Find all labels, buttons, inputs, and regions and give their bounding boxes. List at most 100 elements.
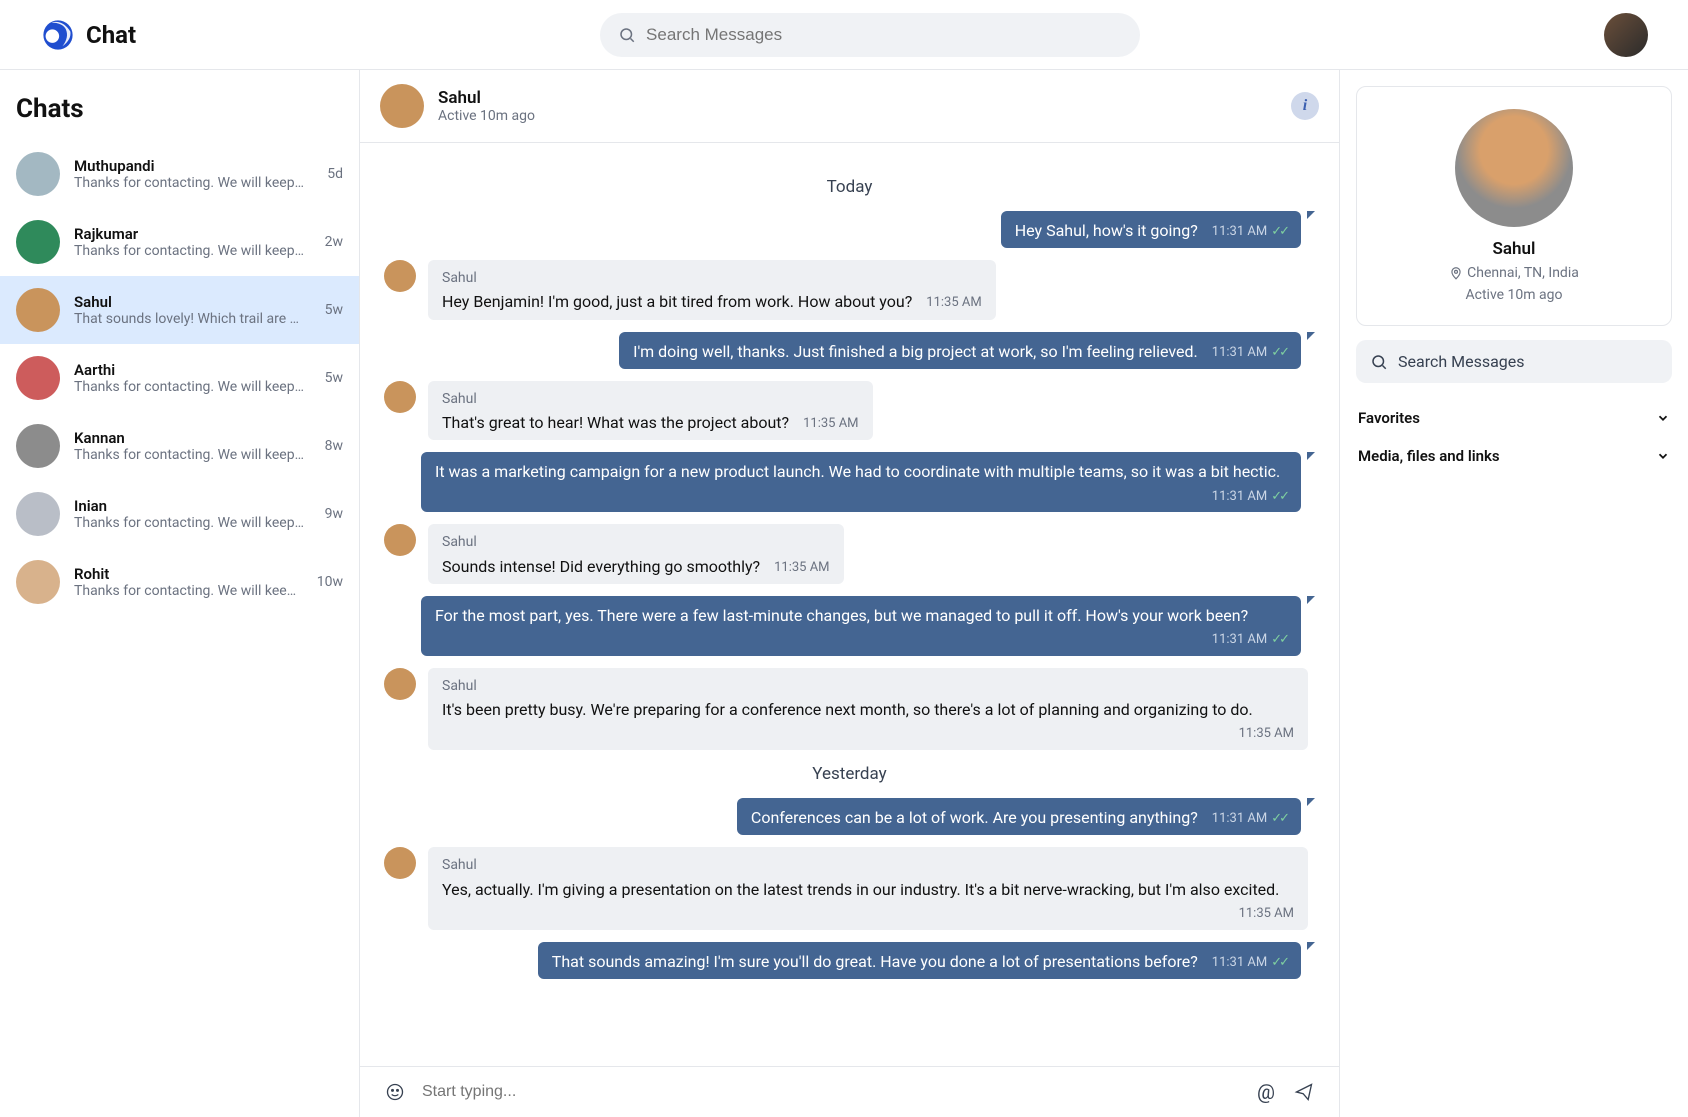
chat-time: 2w <box>325 234 343 250</box>
message-bubble[interactable]: It was a marketing campaign for a new pr… <box>421 452 1301 512</box>
accordion-label: Media, files and links <box>1358 447 1500 465</box>
message-row: Sahul It's been pretty busy. We're prepa… <box>384 668 1315 750</box>
message-text: Sounds intense! Did everything go smooth… <box>442 557 760 576</box>
message-row: Hey Sahul, how's it going? 11:31 AM✓✓ <box>384 211 1315 248</box>
profile-active-status: Active 10m ago <box>1466 287 1563 303</box>
message-time: 11:31 AM✓✓ <box>1212 488 1287 507</box>
message-bubble[interactable]: Sahul Hey Benjamin! I'm good, just a bit… <box>428 260 996 319</box>
global-search-input[interactable] <box>646 25 1122 45</box>
chat-time: 10w <box>317 574 343 590</box>
accordion-section[interactable]: Media, files and links <box>1356 437 1672 475</box>
search-icon <box>1370 353 1388 371</box>
chat-list-item[interactable]: Inian Thanks for contacting. We will kee… <box>0 480 359 548</box>
message-row: Conferences can be a lot of work. Are yo… <box>384 798 1315 835</box>
message-bubble[interactable]: Sahul Yes, actually. I'm giving a presen… <box>428 847 1308 929</box>
chat-time: 5w <box>325 370 343 386</box>
info-icon: i <box>1303 97 1307 115</box>
conversation-panel: Sahul Active 10m ago i Today Hey Sahul, … <box>360 70 1340 1117</box>
read-receipt-icon: ✓✓ <box>1271 345 1287 360</box>
message-bubble[interactable]: For the most part, yes. There were a few… <box>421 596 1301 656</box>
message-time: 11:35 AM <box>803 415 858 434</box>
chat-time: 9w <box>325 506 343 522</box>
message-bubble[interactable]: Sahul That's great to hear! What was the… <box>428 381 873 440</box>
chat-avatar <box>16 356 60 400</box>
emoji-button[interactable] <box>384 1081 406 1103</box>
current-user-avatar[interactable] <box>1604 13 1648 57</box>
chat-name: Muthupandi <box>74 157 313 175</box>
bubble-tail <box>1307 596 1315 604</box>
message-list[interactable]: Today Hey Sahul, how's it going? 11:31 A… <box>360 143 1339 1066</box>
message-sender: Sahul <box>442 676 1294 696</box>
message-bubble[interactable]: That sounds amazing! I'm sure you'll do … <box>538 942 1301 979</box>
sender-avatar <box>384 524 416 556</box>
chat-name: Aarthi <box>74 361 311 379</box>
message-row: Sahul Yes, actually. I'm giving a presen… <box>384 847 1315 929</box>
message-sender: Sahul <box>442 532 830 552</box>
message-row: I'm doing well, thanks. Just finished a … <box>384 332 1315 369</box>
message-bubble[interactable]: Sahul Sounds intense! Did everything go … <box>428 524 844 583</box>
location-icon <box>1449 266 1463 280</box>
chat-avatar <box>16 220 60 264</box>
chat-list-item[interactable]: Muthupandi Thanks for contacting. We wil… <box>0 140 359 208</box>
composer-input[interactable] <box>422 1083 1239 1101</box>
message-sender: Sahul <box>442 389 859 409</box>
chat-list-item[interactable]: Sahul That sounds lovely! Which trail ar… <box>0 276 359 344</box>
logo-icon <box>40 17 76 53</box>
chat-partner-name: Sahul <box>438 88 535 108</box>
chat-list-item[interactable]: Rajkumar Thanks for contacting. We will … <box>0 208 359 276</box>
message-text: That's great to hear! What was the proje… <box>442 413 789 432</box>
chat-list-item[interactable]: Kannan Thanks for contacting. We will ke… <box>0 412 359 480</box>
chat-partner-status: Active 10m ago <box>438 108 535 124</box>
send-button[interactable] <box>1293 1081 1315 1103</box>
chat-preview: Thanks for contacting. We will keep in .… <box>74 379 304 395</box>
message-text: For the most part, yes. There were a few… <box>435 606 1248 625</box>
sender-avatar <box>384 847 416 879</box>
panel-search[interactable]: Search Messages <box>1356 340 1672 383</box>
message-bubble[interactable]: Conferences can be a lot of work. Are yo… <box>737 798 1301 835</box>
bubble-tail <box>1307 798 1315 806</box>
message-time: 11:35 AM <box>926 294 981 313</box>
message-text: I'm doing well, thanks. Just finished a … <box>633 342 1198 361</box>
day-separator: Today <box>384 177 1315 197</box>
profile-avatar <box>1455 109 1573 227</box>
message-bubble[interactable]: Hey Sahul, how's it going? 11:31 AM✓✓ <box>1001 211 1301 248</box>
app-name: Chat <box>86 21 136 49</box>
info-button[interactable]: i <box>1291 92 1319 120</box>
message-time: 11:31 AM✓✓ <box>1212 954 1287 973</box>
chat-partner-avatar[interactable] <box>380 84 424 128</box>
chat-avatar <box>16 560 60 604</box>
chats-heading: Chats <box>0 70 359 140</box>
message-row: Sahul Hey Benjamin! I'm good, just a bit… <box>384 260 1315 319</box>
message-time: 11:35 AM <box>1239 725 1294 744</box>
mention-button[interactable]: @ <box>1255 1081 1277 1103</box>
app-header: Chat <box>0 0 1688 70</box>
accordion-section[interactable]: Favorites <box>1356 399 1672 437</box>
message-text: Hey Benjamin! I'm good, just a bit tired… <box>442 292 912 311</box>
chat-list-item[interactable]: Aarthi Thanks for contacting. We will ke… <box>0 344 359 412</box>
message-row: That sounds amazing! I'm sure you'll do … <box>384 942 1315 979</box>
chevron-down-icon <box>1656 411 1670 425</box>
chat-list-item[interactable]: Rohit Thanks for contacting. We will kee… <box>0 548 359 616</box>
chat-sidebar: Chats Muthupandi Thanks for contacting. … <box>0 70 360 1117</box>
panel-search-label: Search Messages <box>1398 352 1525 371</box>
chat-preview: Thanks for contacting. We will keep in .… <box>74 243 304 259</box>
message-composer: @ <box>360 1066 1339 1117</box>
chat-preview: Thanks for contacting. We will keep in .… <box>74 583 303 599</box>
sender-avatar <box>384 668 416 700</box>
message-bubble[interactable]: Sahul It's been pretty busy. We're prepa… <box>428 668 1308 750</box>
message-bubble[interactable]: I'm doing well, thanks. Just finished a … <box>619 332 1301 369</box>
read-receipt-icon: ✓✓ <box>1271 955 1287 970</box>
details-panel: Sahul Chennai, TN, India Active 10m ago … <box>1340 70 1688 1117</box>
search-icon <box>618 26 636 44</box>
message-text: It was a marketing campaign for a new pr… <box>435 462 1280 481</box>
chat-name: Sahul <box>74 293 311 311</box>
chat-avatar <box>16 288 60 332</box>
message-time: 11:35 AM <box>1239 905 1294 924</box>
sender-avatar <box>384 260 416 292</box>
day-separator: Yesterday <box>384 764 1315 784</box>
accordion-label: Favorites <box>1358 409 1420 427</box>
profile-location: Chennai, TN, India <box>1449 265 1579 281</box>
profile-name: Sahul <box>1493 239 1536 259</box>
chat-time: 5d <box>327 166 343 182</box>
global-search[interactable] <box>600 13 1140 57</box>
